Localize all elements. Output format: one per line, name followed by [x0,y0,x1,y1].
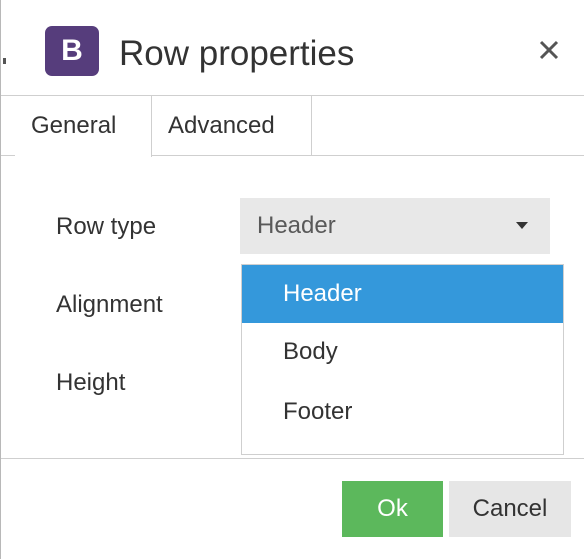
dialog-footer: Ok Cancel [1,458,584,559]
row-type-value: Header [257,212,336,239]
height-label: Height [56,369,126,396]
cancel-button[interactable]: Cancel [449,481,571,537]
dialog-header: B Row properties [1,0,584,96]
tab-general[interactable]: General [15,96,152,157]
logo-letter: B [61,34,83,67]
alignment-label: Alignment [56,291,163,318]
chevron-down-icon [516,222,528,229]
row-type-label: Row type [56,213,157,240]
row-type-select[interactable]: Header [240,198,550,254]
tab-advanced[interactable]: Advanced [152,96,312,156]
close-button[interactable] [533,34,565,66]
ok-button[interactable]: Ok [342,481,443,537]
close-icon [539,40,559,60]
tab-bar: General Advanced [1,96,584,157]
row-type-dropdown: Header Body Footer [241,264,564,455]
edge-marker [3,58,6,64]
dialog-title: Row properties [119,34,355,73]
option-body[interactable]: Body [242,323,563,381]
option-footer[interactable]: Footer [242,383,563,441]
row-properties-dialog: B Row properties General Advanced Row ty… [0,0,584,559]
bootstrap-logo-icon: B [45,26,99,76]
option-header[interactable]: Header [242,265,563,323]
